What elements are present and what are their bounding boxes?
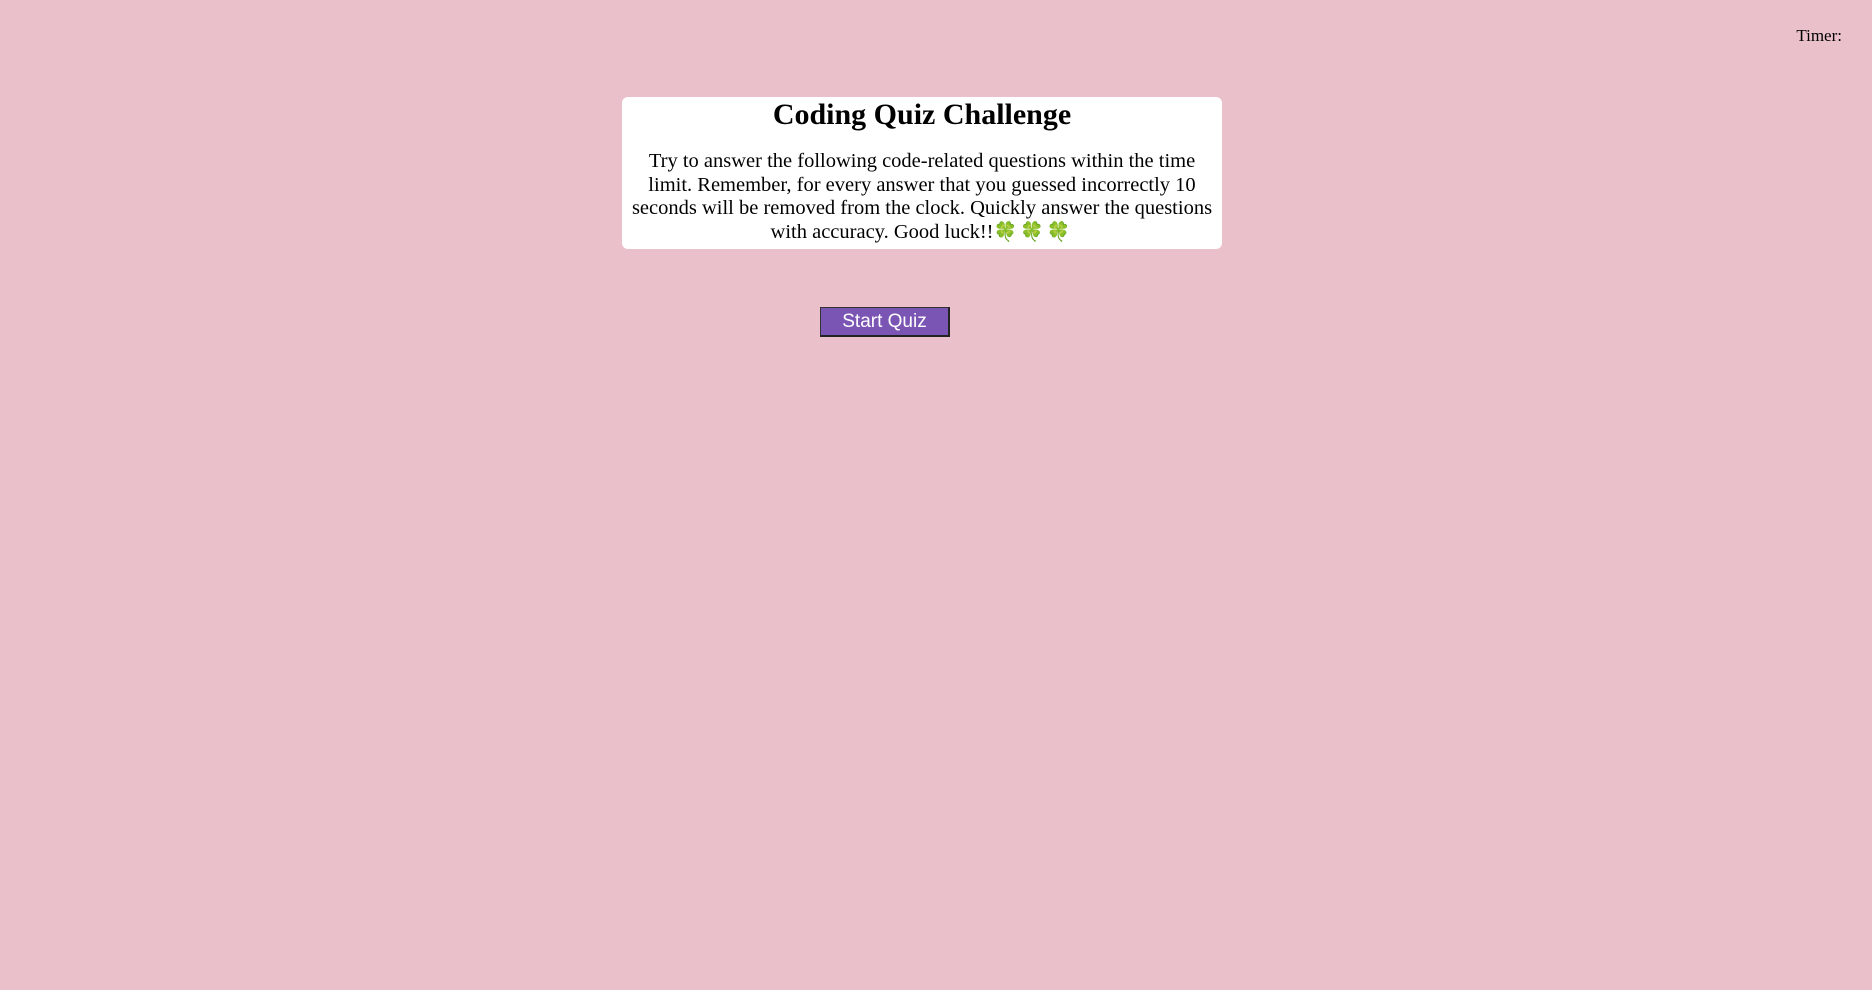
- page-title: Coding Quiz Challenge: [772, 98, 1072, 131]
- intro-card: Coding Quiz Challenge Try to answer the …: [622, 97, 1222, 249]
- start-quiz-button[interactable]: Start Quiz: [820, 307, 950, 337]
- intro-description: Try to answer the following code-related…: [627, 150, 1217, 244]
- clover-icon: 🍀🍀🍀: [993, 220, 1074, 243]
- timer-label: Timer:: [1796, 26, 1842, 45]
- intro-text: Try to answer the following code-related…: [631, 150, 1213, 243]
